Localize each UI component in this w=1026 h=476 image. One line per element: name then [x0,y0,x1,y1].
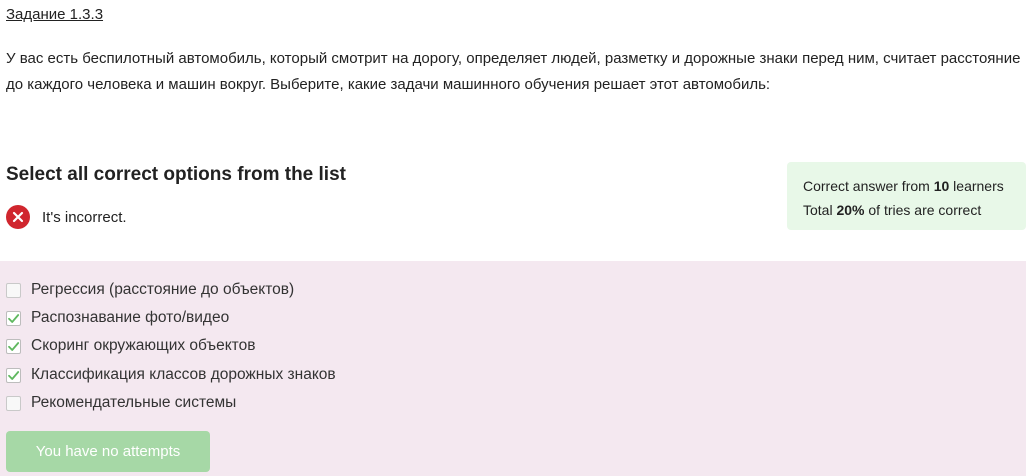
quiz-instruction: Select all correct options from the list [6,164,346,185]
option-item[interactable]: Регрессия (расстояние до объектов) [6,280,294,300]
result-status-text: It's incorrect. [42,208,127,226]
option-item[interactable]: Рекомендательные системы [6,393,236,413]
option-item[interactable]: Распознавание фото/видео [6,308,229,328]
checkmark-icon [8,370,20,380]
answer-stats-box: Correct answer from 10 learners Total 20… [787,162,1026,230]
checkmark-icon [8,313,20,323]
stats-learners-line: Correct answer from 10 learners [803,178,1004,194]
checkbox[interactable] [6,310,21,326]
checkbox[interactable] [6,338,21,354]
result-status: It's incorrect. [6,205,127,229]
submit-button[interactable]: You have no attempts [6,431,210,472]
checkmark-icon [8,341,20,351]
correct-percent: 20% [836,202,865,218]
stats-percent-line: Total 20% of tries are correct [803,202,982,218]
checkbox[interactable] [6,282,21,298]
learners-count: 10 [933,178,950,194]
checkbox[interactable] [6,367,21,383]
close-icon [6,205,30,229]
checkbox[interactable] [6,395,21,411]
question-text: У вас есть беспилотный автомобиль, котор… [6,50,1021,93]
option-item[interactable]: Скоринг окружающих объектов [6,336,255,356]
option-label: Классификация классов дорожных знаков [31,366,336,383]
option-label: Скоринг окружающих объектов [31,337,256,354]
task-title-link[interactable]: Задание 1.3.3 [6,6,103,23]
option-label: Рекомендательные системы [31,394,237,411]
option-label: Регрессия (расстояние до объектов) [31,281,295,298]
option-label: Распознавание фото/видео [31,309,230,326]
option-item[interactable]: Классификация классов дорожных знаков [6,365,336,385]
